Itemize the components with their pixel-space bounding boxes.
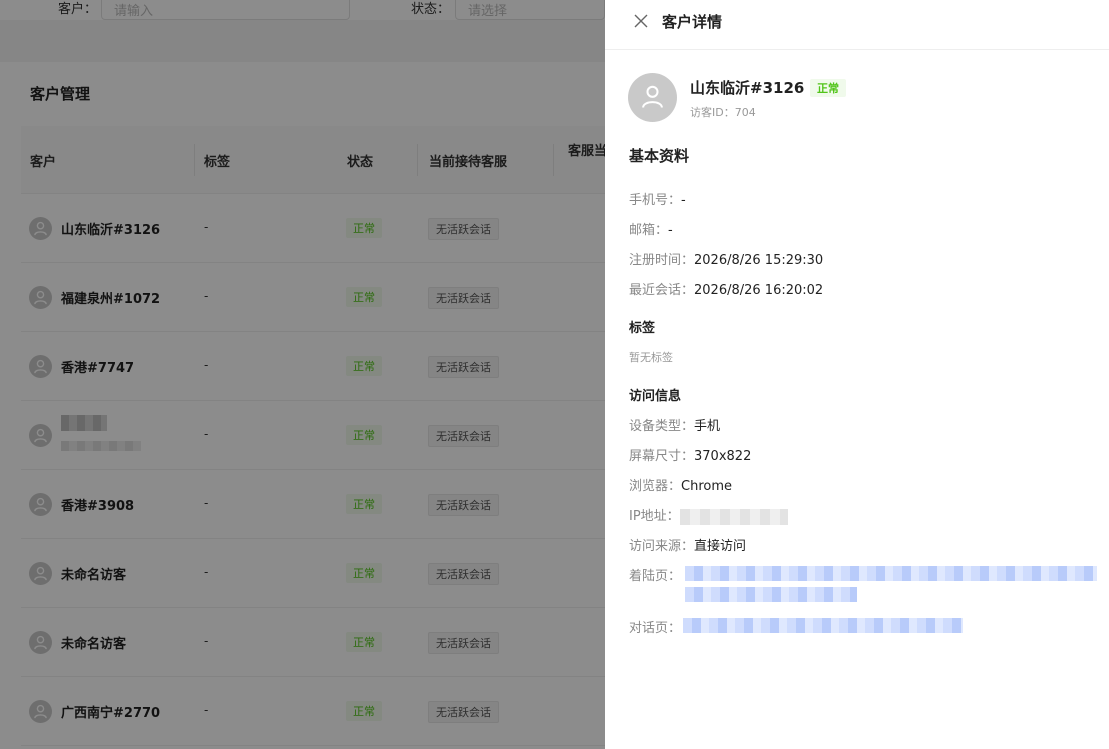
- source-row: 访问来源：直接访问: [629, 535, 746, 554]
- screen-value: 370x822: [694, 449, 752, 464]
- registered-value: 2026/8/26 15:29:30: [694, 253, 824, 268]
- source-value: 直接访问: [694, 539, 747, 554]
- landing-page-row: 着陆页：: [629, 565, 681, 584]
- drawer-mask[interactable]: [0, 0, 605, 749]
- email-label: 邮箱：: [629, 223, 669, 238]
- profile-name: 山东临沂#3126: [690, 79, 805, 97]
- no-tags-text: 暂无标签: [629, 351, 673, 364]
- screen-row: 屏幕尺寸：370x822: [629, 445, 751, 464]
- avatar: [628, 73, 677, 122]
- last-session-row: 最近会话：2026/8/26 16:20:02: [629, 279, 823, 298]
- phone-label: 手机号：: [629, 193, 682, 208]
- redacted-landing-link[interactable]: [685, 566, 1097, 581]
- last-session-label: 最近会话：: [629, 283, 695, 298]
- screen-label: 屏幕尺寸：: [629, 449, 695, 464]
- redacted-chat-page-link[interactable]: [683, 618, 963, 633]
- source-label: 访问来源：: [629, 539, 695, 554]
- phone-row: 手机号：-: [629, 189, 686, 208]
- tags-title: 标签: [629, 321, 656, 336]
- email-row: 邮箱：-: [629, 219, 673, 238]
- drawer-title: 客户详情: [662, 13, 723, 31]
- device-value: 手机: [694, 419, 721, 434]
- browser-row: 浏览器：Chrome: [629, 475, 732, 494]
- visitor-id: 访客ID：704: [690, 106, 756, 119]
- drawer-header: 客户详情: [605, 0, 1109, 50]
- chat-page-row: 对话页：: [629, 617, 681, 636]
- basic-info-title: 基本资料: [629, 147, 690, 165]
- phone-value: -: [681, 193, 686, 208]
- browser-label: 浏览器：: [629, 479, 682, 494]
- user-icon: [642, 85, 663, 108]
- close-icon[interactable]: [633, 13, 649, 29]
- ip-row: IP地址：: [629, 505, 788, 525]
- ip-label: IP地址：: [629, 509, 680, 524]
- device-row: 设备类型：手机: [629, 415, 720, 434]
- landing-page-label: 着陆页：: [629, 569, 682, 584]
- visit-info-title: 访问信息: [629, 389, 682, 404]
- customer-detail-drawer: 客户详情 山东临沂#3126 正常 访客ID：704 基本资料 手机号：- 邮箱…: [605, 0, 1109, 749]
- chat-page-label: 对话页：: [629, 621, 682, 636]
- last-session-value: 2026/8/26 16:20:02: [694, 283, 824, 298]
- redacted-ip-value: [679, 508, 788, 525]
- device-label: 设备类型：: [629, 419, 695, 434]
- registered-label: 注册时间：: [629, 253, 695, 268]
- status-badge: 正常: [810, 79, 846, 97]
- redacted-landing-link-continued[interactable]: [685, 587, 857, 602]
- browser-value: Chrome: [681, 479, 733, 494]
- registered-row: 注册时间：2026/8/26 15:29:30: [629, 249, 823, 268]
- email-value: -: [668, 223, 673, 238]
